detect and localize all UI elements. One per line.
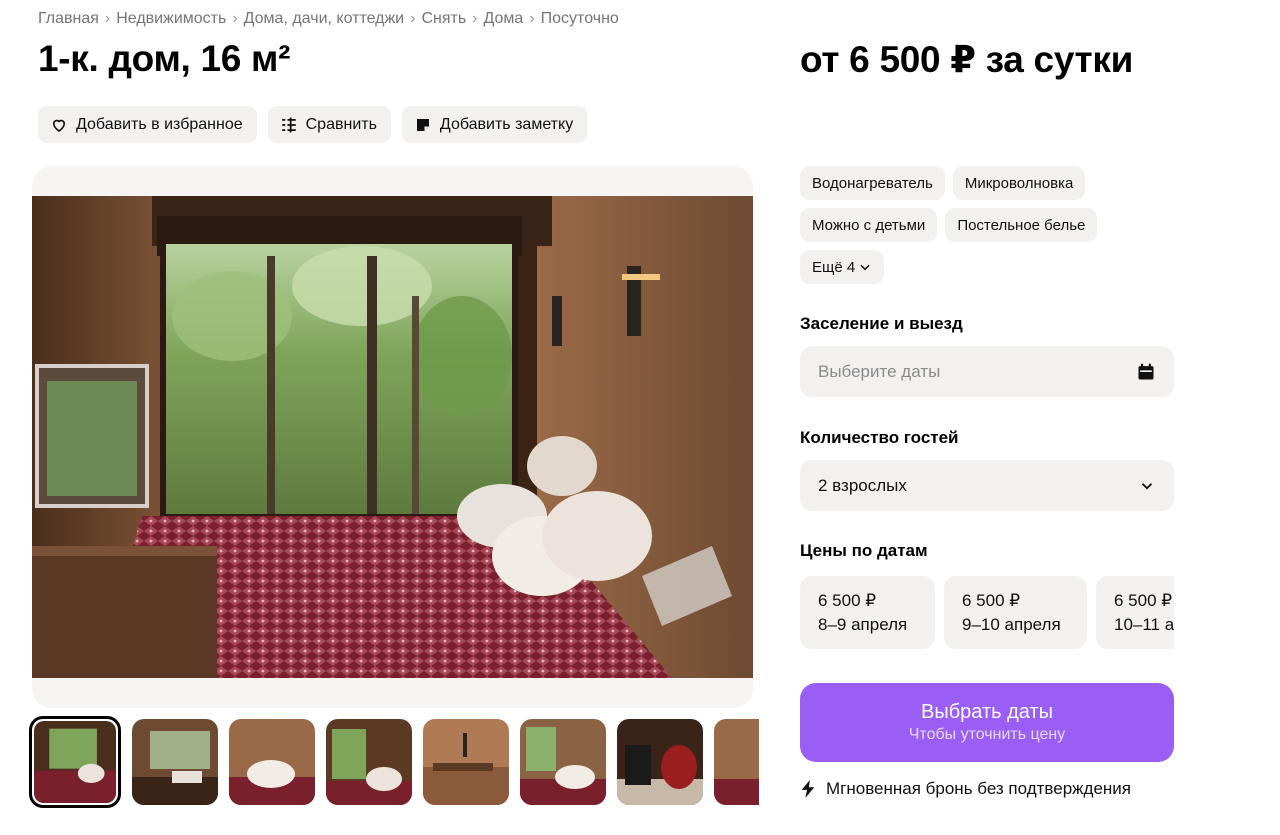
listing-price: от 6 500 ₽ за сутки [800,39,1134,80]
date-price-range: 10–11 апреля [1114,615,1174,634]
breadcrumb-rent[interactable]: Снять [421,10,466,28]
thumbnail-8[interactable] [714,719,759,805]
thumbnail-3[interactable] [229,719,315,805]
breadcrumb-separator: › [232,10,238,27]
date-picker-field[interactable]: Выберите даты [800,346,1174,397]
main-photo[interactable] [32,196,753,678]
guests-label: Количество гостей [800,428,959,447]
breadcrumb-separator: › [410,10,416,27]
breadcrumb-separator: › [529,10,535,27]
note-icon [416,118,429,131]
calendar-icon [1138,363,1154,379]
breadcrumb-separator: › [472,10,478,27]
date-picker-placeholder: Выберите даты [818,361,941,381]
breadcrumb: Главная › Недвижимость › Дома, дачи, кот… [38,10,619,28]
chevron-down-icon [860,264,870,271]
amenity-chip: Водонагреватель [800,166,945,200]
breadcrumb-realty[interactable]: Недвижимость [116,10,226,28]
date-price-value: 6 500 ₽ [818,591,877,610]
date-price-card[interactable]: 6 500 ₽ 10–11 апреля [1096,576,1174,649]
date-price-range: 9–10 апреля [962,615,1061,634]
instant-booking-text: Мгновенная бронь без подтверждения [826,779,1131,798]
listing-actions: Добавить в избранное Сравнить Добавить з… [38,106,588,143]
heart-icon [52,119,66,132]
breadcrumb-home[interactable]: Главная [38,10,99,28]
amenity-chip: Можно с детьми [800,208,938,242]
date-price-card[interactable]: 6 500 ₽ 8–9 апреля [800,576,935,649]
date-price-card[interactable]: 6 500 ₽ 9–10 апреля [944,576,1087,649]
compare-button[interactable]: Сравнить [267,106,391,143]
add-note-label: Добавить заметку [439,115,574,133]
date-prices-list: 6 500 ₽ 8–9 апреля 6 500 ₽ 9–10 апреля 6… [800,576,1174,649]
guests-value: 2 взрослых [818,475,907,495]
add-note-button[interactable]: Добавить заметку [401,106,588,143]
listing-title: 1-к. дом, 16 м² [38,38,291,79]
breadcrumb-houses[interactable]: Дома, дачи, коттеджи [244,10,404,28]
checkin-label: Заселение и выезд [800,314,963,333]
thumbnail-7[interactable] [617,719,703,805]
instant-booking-note: Мгновенная бронь без подтверждения [800,779,1131,799]
amenities-more-label: Ещё 4 [812,258,856,276]
add-favorite-label: Добавить в избранное [76,115,243,133]
chevron-down-icon [1141,482,1153,490]
breadcrumb-daily[interactable]: Посуточно [541,10,619,28]
prices-label: Цены по датам [800,541,928,560]
compare-label: Сравнить [305,115,377,133]
breadcrumb-homes[interactable]: Дома [484,10,524,28]
thumbnail-2[interactable] [132,719,218,805]
amenity-chip: Микроволновка [952,166,1086,200]
select-dates-subtitle: Чтобы уточнить цену [908,726,1066,743]
lightning-icon [801,780,815,798]
add-favorite-button[interactable]: Добавить в избранное [38,106,257,143]
date-price-range: 8–9 апреля [818,615,908,634]
guests-select[interactable]: 2 взрослых [800,460,1174,511]
thumbnail-4[interactable] [326,719,412,805]
thumbnail-5[interactable] [423,719,509,805]
compare-icon [281,117,296,132]
thumbnail-1[interactable] [29,716,121,808]
amenity-chip: Постельное белье [945,208,1098,242]
thumbnail-6[interactable] [520,719,606,805]
date-price-value: 6 500 ₽ [1114,591,1173,610]
date-price-value: 6 500 ₽ [962,591,1021,610]
amenities-list: Водонагреватель Микроволновка Можно с де… [800,166,1180,284]
breadcrumb-separator: › [104,10,111,27]
select-dates-button[interactable]: Выбрать даты Чтобы уточнить цену [800,683,1174,762]
select-dates-title: Выбрать даты [920,701,1053,723]
thumbnail-strip [29,716,759,809]
amenities-more-button[interactable]: Ещё 4 [800,250,885,284]
